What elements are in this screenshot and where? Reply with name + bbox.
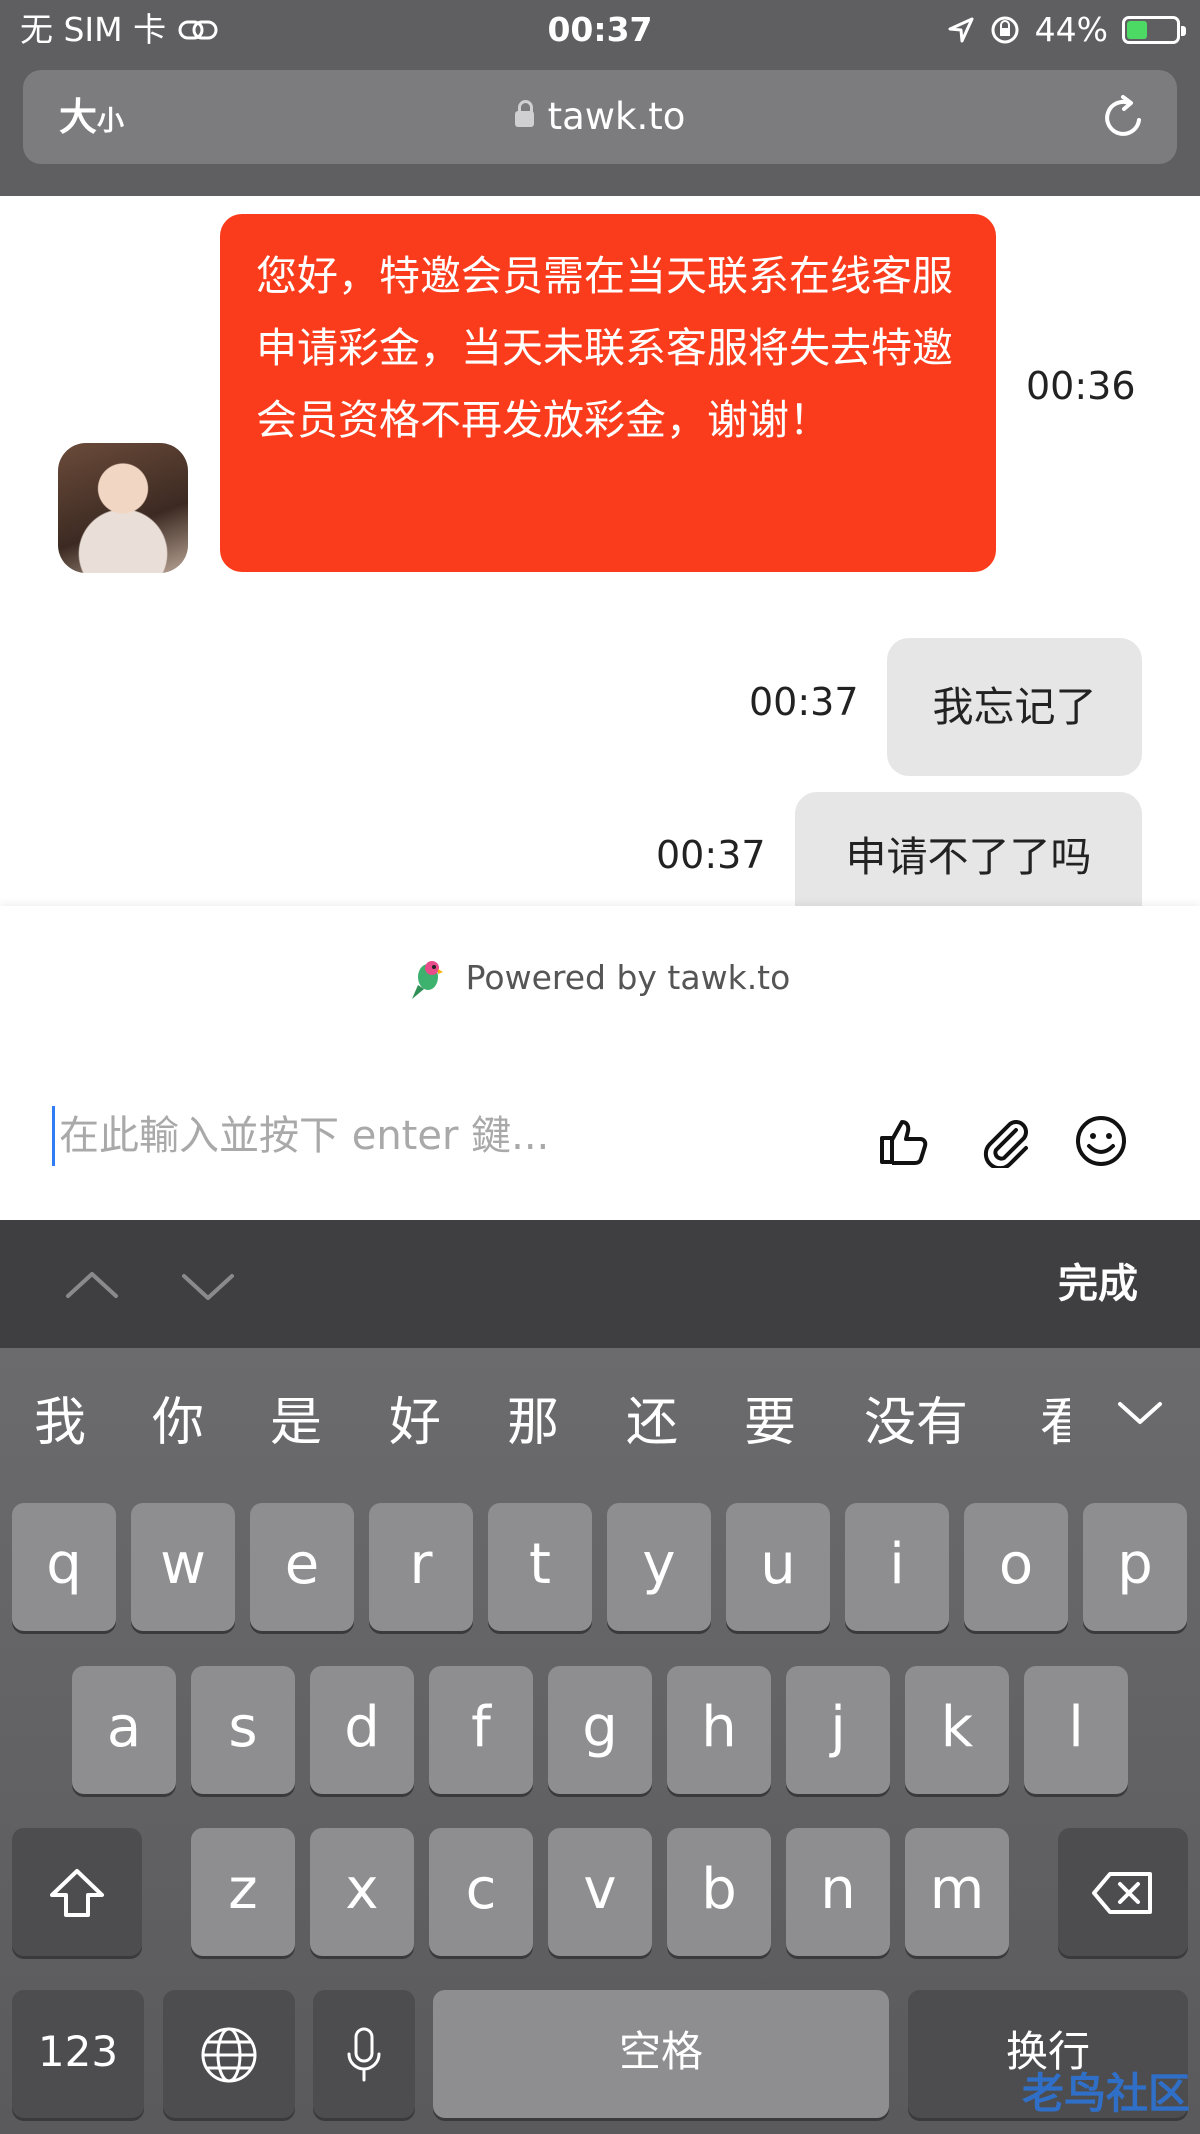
globe-key[interactable] <box>163 1990 295 2118</box>
globe-icon <box>201 2027 257 2083</box>
tawk-parrot-icon <box>411 960 443 999</box>
candidate-word[interactable]: 我 <box>34 1348 86 1498</box>
key-z[interactable]: z <box>191 1828 295 1956</box>
key-d[interactable]: d <box>310 1666 414 1794</box>
key-e[interactable]: e <box>250 1503 354 1631</box>
candidate-word[interactable]: 看 <box>1040 1348 1070 1498</box>
key-x[interactable]: x <box>310 1828 414 1956</box>
message-input[interactable] <box>52 1106 859 1166</box>
key-p[interactable]: p <box>1083 1503 1187 1631</box>
powered-by-link[interactable]: Powered by tawk.to <box>0 958 1200 1001</box>
location-icon <box>948 17 974 43</box>
chevron-down-icon[interactable] <box>1116 1394 1164 1434</box>
keyboard-accessory-bar: 完成 <box>0 1220 1200 1348</box>
thumbs-up-icon[interactable] <box>876 1114 930 1168</box>
key-u[interactable]: u <box>726 1503 830 1631</box>
lock-icon <box>514 99 534 127</box>
chevron-down-icon[interactable] <box>178 1256 238 1316</box>
candidate-bar: 我 你 是 好 那 还 要 没有 看 <box>0 1348 1200 1474</box>
battery-percent: 44% <box>1034 10 1108 49</box>
browser-chrome: 无 SIM 卡 00:37 44% 大小 tawk.to <box>0 0 1200 196</box>
key-b[interactable]: b <box>667 1828 771 1956</box>
chat-messages[interactable]: 您好，特邀会员需在当天联系在线客服申请彩金，当天未联系客服将失去特邀会员资格不再… <box>0 196 1200 906</box>
message-time: 00:37 <box>656 833 766 877</box>
key-y[interactable]: y <box>607 1503 711 1631</box>
numbers-key[interactable]: 123 <box>12 1990 144 2118</box>
space-key[interactable]: 空格 <box>433 1990 889 2118</box>
url-text: tawk.to <box>547 95 686 138</box>
user-message-bubble: 申请不了了吗 <box>795 792 1142 906</box>
battery-icon <box>1122 16 1186 44</box>
rotation-lock-icon <box>991 16 1019 44</box>
key-c[interactable]: c <box>429 1828 533 1956</box>
chevron-up-icon[interactable] <box>62 1256 122 1316</box>
key-h[interactable]: h <box>667 1666 771 1794</box>
key-n[interactable]: n <box>786 1828 890 1956</box>
key-a[interactable]: a <box>72 1666 176 1794</box>
backspace-icon <box>1092 1871 1152 1914</box>
candidate-word[interactable]: 你 <box>152 1348 204 1498</box>
candidate-word[interactable]: 还 <box>626 1348 678 1498</box>
dictation-key[interactable] <box>313 1990 415 2118</box>
candidate-word[interactable]: 好 <box>389 1348 441 1498</box>
message-composer: Powered by tawk.to <box>0 906 1200 1220</box>
watermark-logo: 老鸟社区 <box>1021 2069 1190 2118</box>
url-field[interactable]: tawk.to <box>23 70 1177 164</box>
message-time: 00:36 <box>1026 364 1136 408</box>
agent-avatar <box>58 443 188 573</box>
key-q[interactable]: q <box>12 1503 116 1631</box>
keyboard: 我 你 是 好 那 还 要 没有 看 q w e r t y u i o p a… <box>0 1348 1200 2134</box>
microphone-icon <box>347 2027 381 2082</box>
message-time: 00:37 <box>749 680 859 724</box>
key-w[interactable]: w <box>131 1503 235 1631</box>
done-button[interactable]: 完成 <box>1058 1220 1138 1348</box>
key-i[interactable]: i <box>845 1503 949 1631</box>
key-k[interactable]: k <box>905 1666 1009 1794</box>
key-o[interactable]: o <box>964 1503 1068 1631</box>
agent-message-bubble: 您好，特邀会员需在当天联系在线客服申请彩金，当天未联系客服将失去特邀会员资格不再… <box>220 214 996 572</box>
key-g[interactable]: g <box>548 1666 652 1794</box>
status-right: 44% <box>947 6 1186 54</box>
key-s[interactable]: s <box>191 1666 295 1794</box>
shift-icon <box>50 1868 104 1917</box>
emoji-icon[interactable] <box>1074 1114 1128 1168</box>
key-m[interactable]: m <box>905 1828 1009 1956</box>
key-f[interactable]: f <box>429 1666 533 1794</box>
key-j[interactable]: j <box>786 1666 890 1794</box>
key-v[interactable]: v <box>548 1828 652 1956</box>
key-r[interactable]: r <box>369 1503 473 1631</box>
candidate-word[interactable]: 是 <box>270 1348 322 1498</box>
candidate-word[interactable]: 要 <box>744 1348 796 1498</box>
user-message-bubble: 我忘记了 <box>887 638 1142 776</box>
key-l[interactable]: l <box>1024 1666 1128 1794</box>
attachment-icon[interactable] <box>980 1114 1034 1168</box>
address-bar[interactable]: 大小 tawk.to <box>23 70 1177 164</box>
candidate-word[interactable]: 没有 <box>864 1348 968 1498</box>
backspace-key[interactable] <box>1058 1828 1188 1956</box>
reload-icon[interactable] <box>1099 92 1149 142</box>
candidate-word[interactable]: 那 <box>507 1348 559 1498</box>
key-t[interactable]: t <box>488 1503 592 1631</box>
shift-key[interactable] <box>12 1828 142 1956</box>
